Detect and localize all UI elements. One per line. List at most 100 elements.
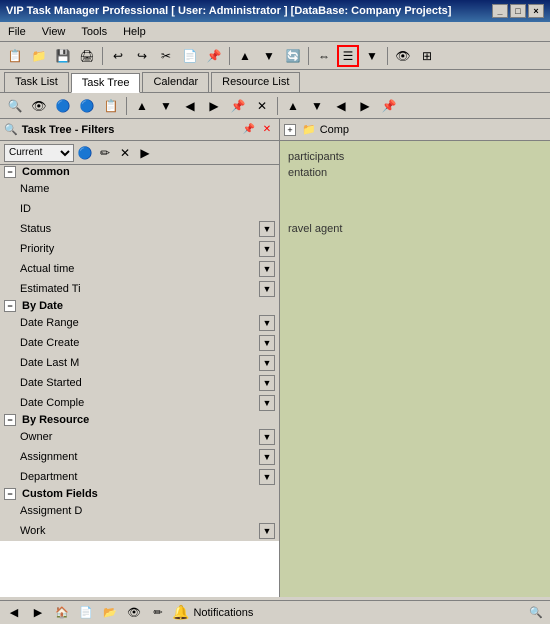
- filter-department[interactable]: Department ▼: [0, 467, 279, 487]
- filter-tb-btn2[interactable]: ✏: [96, 144, 114, 162]
- common-expand[interactable]: −: [4, 166, 16, 178]
- right-panel: + 📁 Comp participants entation ravel age…: [280, 119, 550, 597]
- paste-button[interactable]: 📌: [203, 45, 225, 67]
- tb2-right3[interactable]: ◀: [330, 95, 352, 117]
- menu-help[interactable]: Help: [119, 25, 150, 39]
- common-section-header[interactable]: − Common: [0, 165, 279, 179]
- filter-priority[interactable]: Priority ▼: [0, 239, 279, 259]
- filter-date-completed[interactable]: Date Comple ▼: [0, 393, 279, 413]
- filter-tb-btn4[interactable]: ▶: [136, 144, 154, 162]
- status-btn-edit[interactable]: ✏: [148, 604, 168, 622]
- filter-icon[interactable]: 🔍: [4, 95, 26, 117]
- tb2-btn3[interactable]: 🔵: [76, 95, 98, 117]
- filter-tb-btn1[interactable]: 🔵: [76, 144, 94, 162]
- filter-pin-button[interactable]: 📌: [241, 122, 257, 138]
- refresh-button[interactable]: 🔄: [282, 45, 304, 67]
- filter-actual-time[interactable]: Actual time ▼: [0, 259, 279, 279]
- filter-status[interactable]: Status ▼: [0, 219, 279, 239]
- date-last-m-dropdown[interactable]: ▼: [259, 355, 275, 371]
- status-btn-new[interactable]: 📄: [76, 604, 96, 622]
- open-button[interactable]: 📁: [28, 45, 50, 67]
- undo-button[interactable]: ↩: [107, 45, 129, 67]
- filter-date-started[interactable]: Date Started ▼: [0, 373, 279, 393]
- department-dropdown[interactable]: ▼: [259, 469, 275, 485]
- date-started-dropdown[interactable]: ▼: [259, 375, 275, 391]
- tb2-right1[interactable]: ▲: [282, 95, 304, 117]
- byresource-section-header[interactable]: − By Resource: [0, 413, 279, 427]
- grid-button[interactable]: ⊞: [416, 45, 438, 67]
- date-completed-dropdown[interactable]: ▼: [259, 395, 275, 411]
- filter-assignment-d[interactable]: Assigment D: [0, 501, 279, 521]
- bydate-expand[interactable]: −: [4, 300, 16, 312]
- filter-date-range[interactable]: Date Range ▼: [0, 313, 279, 333]
- customfields-section-header[interactable]: − Custom Fields: [0, 487, 279, 501]
- tb2-btn5[interactable]: ▲: [131, 95, 153, 117]
- copy-button[interactable]: 📄: [179, 45, 201, 67]
- up-button[interactable]: ▲: [234, 45, 256, 67]
- swap-button[interactable]: ⇔: [313, 45, 335, 67]
- date-range-dropdown[interactable]: ▼: [259, 315, 275, 331]
- tb2-right2[interactable]: ▼: [306, 95, 328, 117]
- down-button[interactable]: ▼: [258, 45, 280, 67]
- common-section: − Common Name ID Status ▼ Priority ▼: [0, 165, 279, 299]
- save-button[interactable]: 💾: [52, 45, 74, 67]
- tb2-btn7[interactable]: ◀: [179, 95, 201, 117]
- close-button[interactable]: ×: [528, 4, 544, 18]
- maximize-button[interactable]: □: [510, 4, 526, 18]
- filter-tb-btn3[interactable]: ✕: [116, 144, 134, 162]
- tb2-btn4[interactable]: 📋: [100, 95, 122, 117]
- view-button[interactable]: 👁: [392, 45, 414, 67]
- customfields-expand[interactable]: −: [4, 488, 16, 500]
- status-btn-open[interactable]: 📂: [100, 604, 120, 622]
- tab-task-tree[interactable]: Task Tree: [71, 73, 141, 93]
- filter-assignment[interactable]: Assignment ▼: [0, 447, 279, 467]
- filter-estimated-time[interactable]: Estimated Ti ▼: [0, 279, 279, 299]
- bydate-section-header[interactable]: − By Date: [0, 299, 279, 313]
- tb2-right5[interactable]: 📌: [378, 95, 400, 117]
- status-btn-view[interactable]: 👁: [124, 604, 144, 622]
- filter-name[interactable]: Name: [0, 179, 279, 199]
- actual-time-dropdown[interactable]: ▼: [259, 261, 275, 277]
- print-button[interactable]: 🖨: [76, 45, 98, 67]
- status-btn-back[interactable]: ◀: [4, 604, 24, 622]
- bydate-section: − By Date Date Range ▼ Date Create ▼ Dat…: [0, 299, 279, 413]
- tb2-btn8[interactable]: ▶: [203, 95, 225, 117]
- tab-calendar[interactable]: Calendar: [142, 72, 209, 92]
- status-btn-forward[interactable]: ▶: [28, 604, 48, 622]
- estimated-time-dropdown[interactable]: ▼: [259, 281, 275, 297]
- filter-date-created[interactable]: Date Create ▼: [0, 333, 279, 353]
- assignment-dropdown[interactable]: ▼: [259, 449, 275, 465]
- tab-task-list[interactable]: Task List: [4, 72, 69, 92]
- tb2-pin[interactable]: 📌: [227, 95, 249, 117]
- minimize-button[interactable]: _: [492, 4, 508, 18]
- menu-file[interactable]: File: [4, 25, 30, 39]
- filter-close-button[interactable]: ✕: [259, 122, 275, 138]
- status-filter-btn[interactable]: 🔍: [526, 604, 546, 622]
- status-dropdown[interactable]: ▼: [259, 221, 275, 237]
- columns-button[interactable]: ☰: [337, 45, 359, 67]
- cut-button[interactable]: ✂: [155, 45, 177, 67]
- owner-dropdown[interactable]: ▼: [259, 429, 275, 445]
- right-expand-btn[interactable]: +: [284, 124, 296, 136]
- new-task-button[interactable]: 📋: [4, 45, 26, 67]
- work-dropdown[interactable]: ▼: [259, 523, 275, 539]
- tb2-close[interactable]: ✕: [251, 95, 273, 117]
- current-filter-select[interactable]: Current All: [4, 144, 74, 162]
- tb2-btn1[interactable]: 👁: [28, 95, 50, 117]
- date-created-dropdown[interactable]: ▼: [259, 335, 275, 351]
- redo-button[interactable]: ↪: [131, 45, 153, 67]
- menu-view[interactable]: View: [38, 25, 70, 39]
- priority-dropdown[interactable]: ▼: [259, 241, 275, 257]
- columns-dropdown-button[interactable]: ▼: [361, 45, 383, 67]
- filter-owner[interactable]: Owner ▼: [0, 427, 279, 447]
- menu-tools[interactable]: Tools: [77, 25, 111, 39]
- tb2-btn6[interactable]: ▼: [155, 95, 177, 117]
- filter-id[interactable]: ID: [0, 199, 279, 219]
- status-btn-home[interactable]: 🏠: [52, 604, 72, 622]
- filter-work[interactable]: Work ▼: [0, 521, 279, 541]
- tb2-right4[interactable]: ▶: [354, 95, 376, 117]
- filter-date-last-m[interactable]: Date Last M ▼: [0, 353, 279, 373]
- byresource-expand[interactable]: −: [4, 414, 16, 426]
- tb2-btn2[interactable]: 🔵: [52, 95, 74, 117]
- tab-resource-list[interactable]: Resource List: [211, 72, 300, 92]
